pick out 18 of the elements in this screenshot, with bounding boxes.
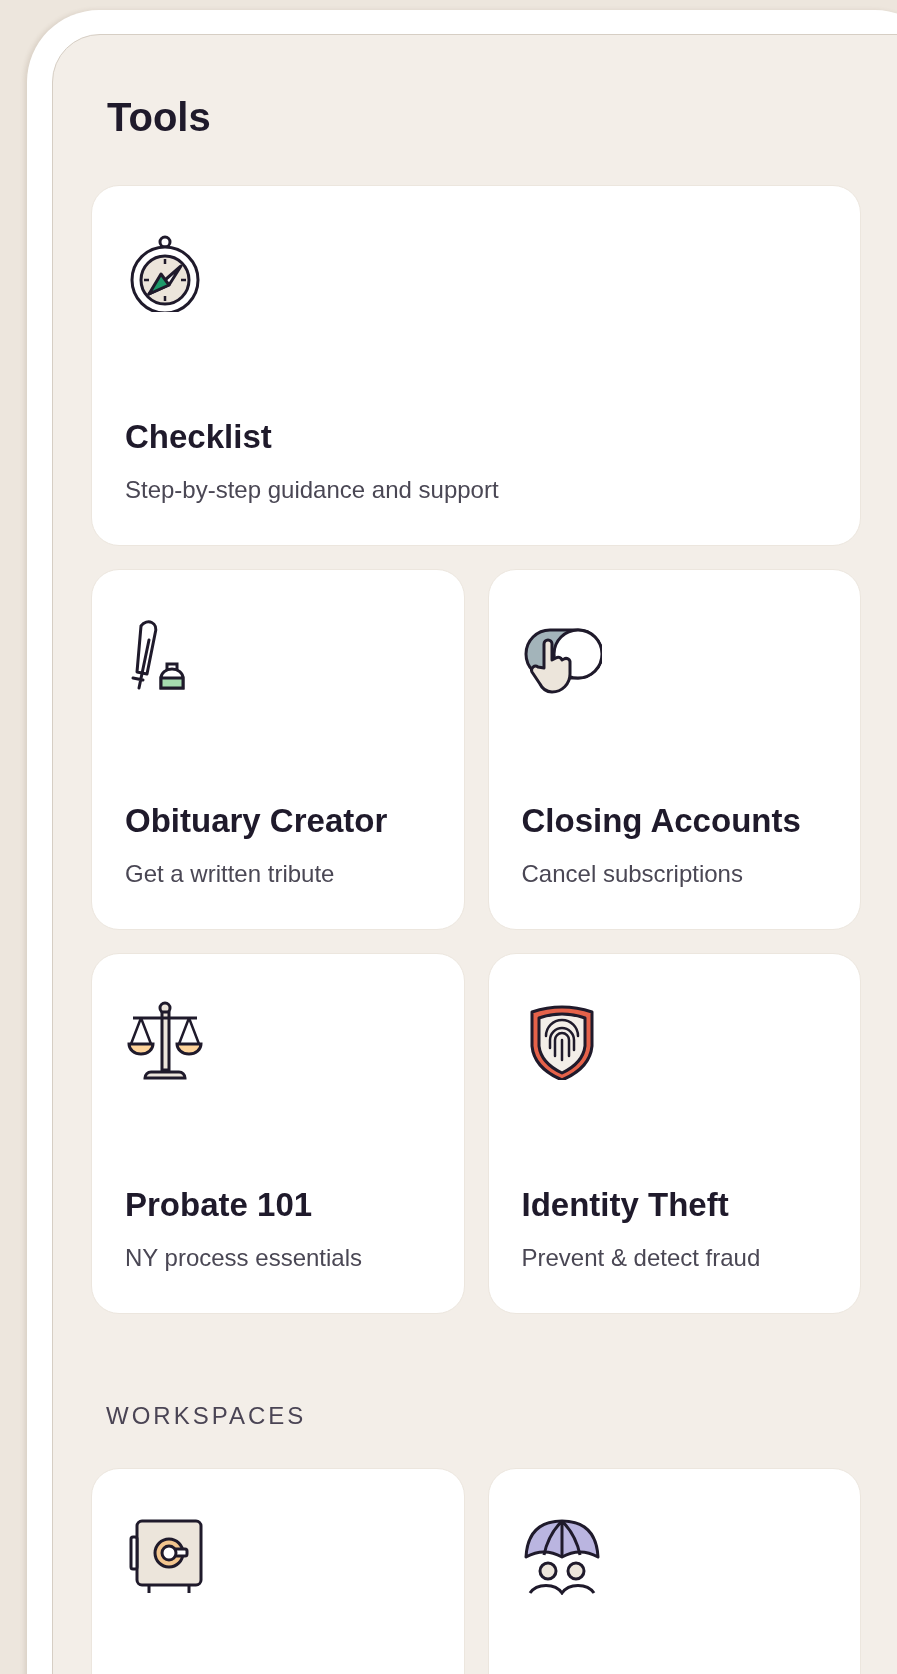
card-title: Checklist <box>125 417 273 457</box>
tool-card[interactable]: Checklist Step-by-step guidance and support <box>91 185 861 546</box>
tool-card[interactable]: Closing Accounts Cancel subscriptions <box>487 569 861 930</box>
tool-card[interactable]: Probate 101 NY process essentials <box>91 953 465 1314</box>
card-description: Get a written tribute <box>125 859 336 889</box>
page-title: Tools <box>107 94 212 141</box>
card-title: Obituary Creator <box>125 801 389 841</box>
tool-card[interactable]: Obituary Creator Get a written tribute <box>91 569 465 930</box>
card-description: NY process essentials <box>125 1243 363 1273</box>
scales-icon <box>125 1000 205 1080</box>
card-description: Prevent & detect fraud <box>521 1243 762 1273</box>
card-title: Probate 101 <box>125 1185 314 1225</box>
card-title: Identity Theft <box>521 1185 730 1225</box>
card-description: Step-by-step guidance and support <box>125 475 500 505</box>
card-title: Closing Accounts <box>521 801 802 841</box>
section-heading: WORKSPACES <box>106 1402 308 1430</box>
tool-card[interactable]: Identity Theft Prevent & detect fraud <box>487 953 861 1314</box>
card-description: Cancel subscriptions <box>521 859 744 889</box>
